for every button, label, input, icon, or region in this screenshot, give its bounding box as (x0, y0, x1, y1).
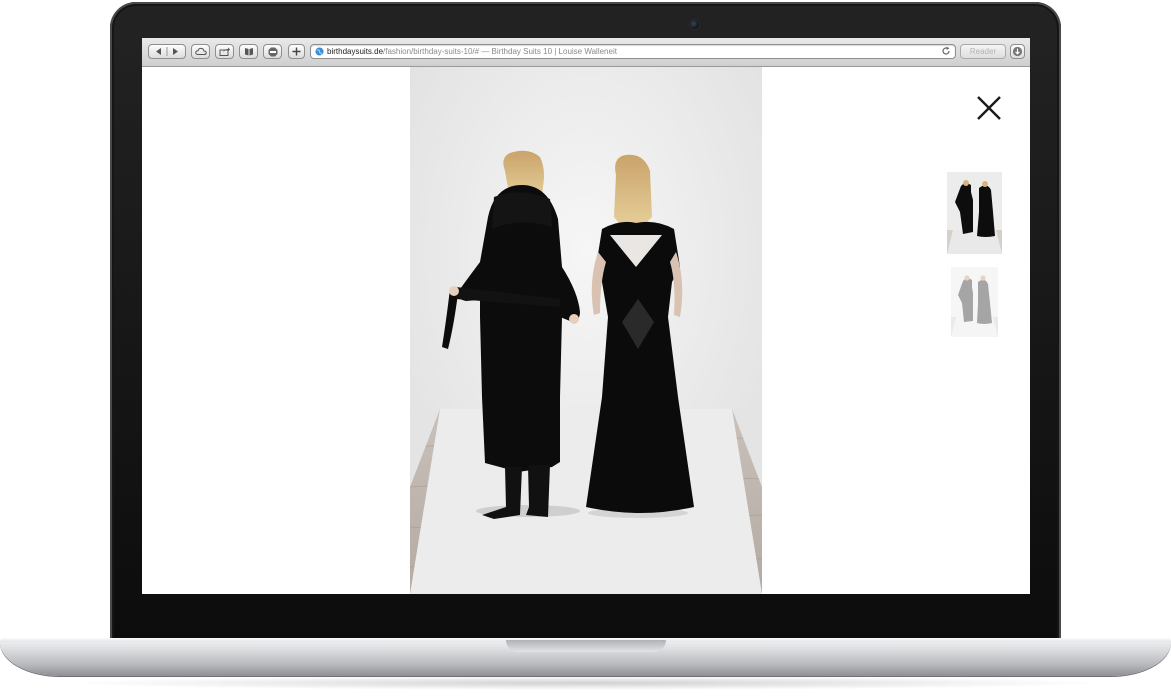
back-forward-buttons[interactable] (148, 44, 186, 59)
share-icon (219, 47, 230, 56)
paper-runway (410, 409, 762, 594)
icloud-button[interactable] (191, 44, 210, 59)
add-tab-button[interactable] (288, 44, 305, 59)
thumbnail-1[interactable] (947, 172, 1002, 254)
share-button[interactable] (215, 44, 234, 59)
globe-icon (315, 47, 324, 56)
adblock-icon (268, 47, 277, 57)
close-icon[interactable] (975, 94, 1003, 122)
reading-list-icon (244, 48, 253, 56)
screen: birthdaysuits.de/fashion/birthday-suits-… (142, 38, 1030, 594)
reading-list-button[interactable] (239, 44, 258, 59)
icloud-icon (194, 47, 207, 55)
reload-icon[interactable] (941, 46, 951, 56)
forward-icon (173, 48, 178, 55)
camera-icon (690, 20, 699, 29)
back-icon (156, 48, 161, 55)
page-title: — Birthday Suits 10 | Louise Walleneit (479, 47, 617, 56)
add-tab-icon (292, 47, 301, 56)
url-path: /fashion/birthday-suits-10/# (383, 47, 480, 56)
address-text: birthdaysuits.de/fashion/birthday-suits-… (327, 45, 617, 58)
url-domain: birthdaysuits.de (327, 47, 384, 56)
download-icon (1012, 46, 1023, 57)
reader-button[interactable]: Reader (960, 44, 1006, 59)
address-bar[interactable]: birthdaysuits.de/fashion/birthday-suits-… (310, 44, 956, 59)
thumbnail-2[interactable] (951, 267, 998, 337)
download-button[interactable] (1010, 44, 1025, 59)
browser-toolbar: birthdaysuits.de/fashion/birthday-suits-… (142, 38, 1030, 67)
adblock-button[interactable] (263, 44, 282, 59)
laptop-shadow (60, 676, 1110, 690)
laptop-notch (506, 640, 666, 652)
lightbox-photo (410, 67, 762, 594)
